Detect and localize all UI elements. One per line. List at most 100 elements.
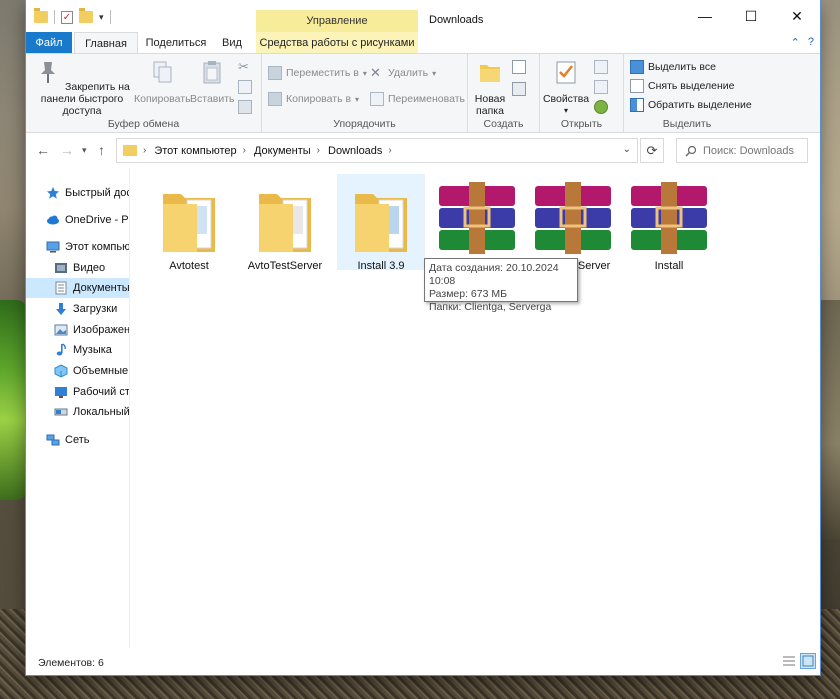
close-button[interactable]: ✕ [774,0,820,32]
folder-icon [355,194,407,252]
file-name: Install 3.9 [357,260,405,272]
move-to-button[interactable]: Переместить в ▾ [268,66,367,80]
nav-item-videos[interactable]: Видео [54,258,105,278]
chevron-down-icon[interactable]: ⌄ [623,144,631,155]
file-item-archive[interactable] [433,174,521,270]
forward-arrow-icon[interactable]: → [60,142,74,158]
copy-button[interactable]: Копировать [134,58,191,105]
large-icons-view-icon[interactable] [800,653,816,669]
nav-item-network[interactable]: Сеть [46,430,89,450]
file-name: Install [654,260,684,272]
nav-item-quick-access[interactable]: Быстрый дост [46,183,129,203]
pin-quick-access-button[interactable]: Закрепить на панели быстрого доступа [30,58,134,117]
new-folder-icon [480,65,500,82]
select-all-label: Выделить все [648,61,716,73]
chevron-down-icon[interactable]: ▾ [99,12,104,23]
nav-item-pictures[interactable]: Изображени [54,320,129,340]
chevron-right-icon[interactable]: › [243,145,246,156]
easy-access-button[interactable] [512,82,526,96]
edit-icon [594,80,608,94]
tab-file[interactable]: Файл [26,32,72,54]
nav-item-label: Видео [73,262,106,274]
new-folder-icon[interactable] [79,8,93,23]
tab-picture-tools[interactable]: Средства работы с рисунками [256,32,418,54]
breadcrumb-documents[interactable]: Документы [254,145,311,157]
open-button[interactable] [594,60,608,74]
history-button[interactable] [594,100,608,114]
history-icon [594,100,608,114]
copy-to-button[interactable]: Копировать в ▾ [268,92,359,106]
copy-path-button[interactable] [238,80,252,94]
nav-item-label: Локальный , [73,406,130,418]
search-input[interactable] [703,144,803,157]
maximize-button[interactable]: ☐ [728,0,774,32]
chevron-up-icon[interactable]: ⌃ [791,36,800,49]
chevron-right-icon[interactable]: › [143,145,146,156]
search-box[interactable] [676,138,808,163]
group-open: Свойства ▾ Открыть [540,54,624,133]
file-item-folder[interactable]: Avtotest [145,174,233,272]
cut-button[interactable]: ✂ [238,60,252,74]
view-switcher [781,653,816,669]
invert-selection-label: Обратить выделение [648,99,752,111]
refresh-button[interactable]: ⟳ [640,138,664,163]
details-view-icon[interactable] [781,653,797,669]
file-item-folder[interactable]: Install 3.9 [337,174,425,272]
copy-label: Копировать [134,93,191,105]
file-item-archive[interactable]: Install [625,174,713,272]
nav-item-downloads[interactable]: Загрузки [54,299,117,319]
new-item-button[interactable] [512,60,526,74]
minimize-button[interactable]: — [682,0,728,32]
file-item-folder[interactable]: AvtoTestServer [241,174,329,272]
edit-button[interactable] [594,80,608,94]
chevron-right-icon[interactable]: › [388,145,391,156]
tab-view[interactable]: Вид [214,32,250,54]
tab-home[interactable]: Главная [74,32,138,54]
ribbon-options: ⌃ ? [791,36,814,49]
select-none-button[interactable]: Снять выделение [630,79,734,93]
nav-item-3d-objects[interactable]: Объемные о [54,361,129,381]
nav-item-onedrive[interactable]: OneDrive - Per [46,210,129,230]
invert-selection-button[interactable]: Обратить выделение [630,98,752,112]
breadcrumb-this-pc[interactable]: Этот компьютер [154,145,236,157]
properties-button[interactable]: Свойства ▾ [542,58,590,117]
paste-shortcut-button[interactable] [238,100,252,114]
nav-item-label: Сеть [65,434,90,446]
tab-share[interactable]: Поделиться [142,32,210,54]
navigation-pane: Быстрый дост OneDrive - Per Этот компьют… [26,168,130,648]
nav-item-this-pc[interactable]: Этот компьют [46,237,129,257]
file-info-tooltip: Дата создания: 20.10.2024 10:08 Размер: … [424,258,578,313]
up-arrow-icon[interactable]: ↑ [98,142,105,158]
folder-icon[interactable] [34,8,48,23]
file-name: Avtotest [169,260,209,272]
recent-locations-icon[interactable]: ▾ [82,145,87,156]
paste-button[interactable]: Вставить [190,58,235,105]
invert-selection-icon [630,98,644,112]
address-bar[interactable]: › Этот компьютер › Документы › Downloads… [116,138,638,163]
paste-icon [203,61,221,84]
drive-icon [54,408,68,416]
tab-manage[interactable]: Управление [256,10,418,32]
paste-label: Вставить [190,93,235,105]
chevron-right-icon[interactable]: › [317,145,320,156]
select-all-button[interactable]: Выделить все [630,60,716,74]
nav-item-documents[interactable]: Документы [26,278,129,298]
nav-item-local-disk[interactable]: Локальный , [54,402,130,422]
rename-button[interactable]: Переименовать [370,92,465,106]
group-label-select: Выделить [662,118,712,130]
tooltip-size: Размер: 673 МБ [429,288,507,300]
nav-item-label: Объемные о [73,365,129,377]
new-folder-label: Новая папка [474,93,506,117]
nav-item-desktop[interactable]: Рабочий сто [54,382,129,402]
help-icon[interactable]: ? [808,36,814,49]
select-all-icon [630,60,644,74]
properties-check-icon[interactable]: ✓ [61,10,73,24]
delete-button[interactable]: ✕ Удалить ▾ [370,66,436,80]
move-to-label: Переместить в [286,67,359,79]
explorer-window: ✓ ▾ Управление Downloads — ☐ ✕ Файл Глав… [26,0,820,675]
breadcrumb-downloads[interactable]: Downloads [328,145,382,157]
back-arrow-icon[interactable]: ← [36,142,50,158]
file-item-archive[interactable]: TestServer [529,174,617,272]
new-folder-button[interactable]: Новая папка [470,58,510,117]
nav-item-music[interactable]: Музыка [54,340,112,360]
